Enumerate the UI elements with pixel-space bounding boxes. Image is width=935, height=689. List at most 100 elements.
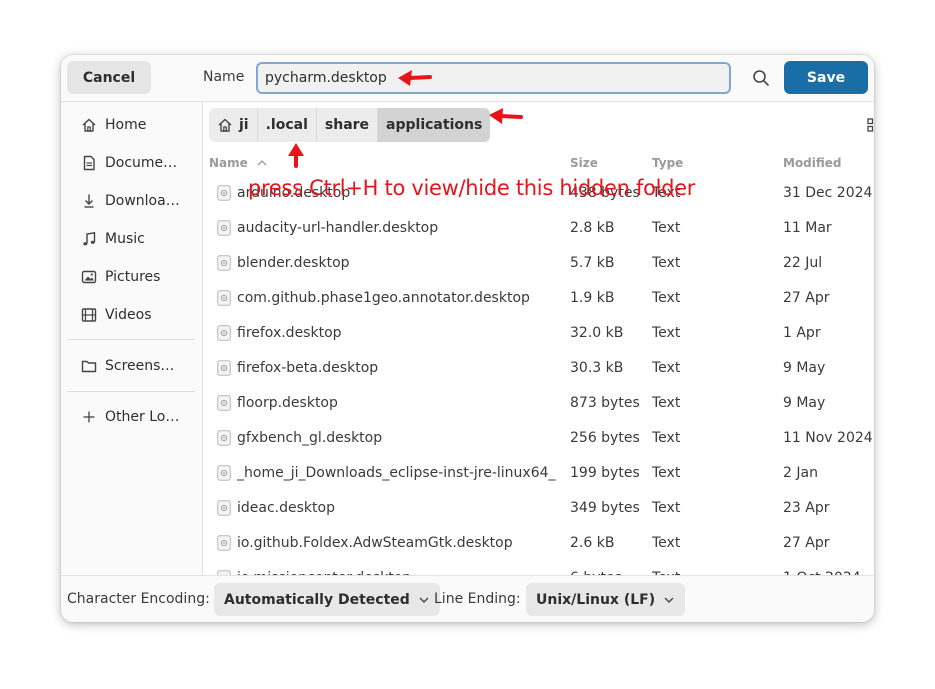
line-ending-value: Unix/Linux (LF) — [536, 591, 656, 608]
options-bar: Character Encoding: Automatically Detect… — [61, 575, 874, 622]
file-size: 1.9 kB — [570, 290, 615, 306]
sidebar-item-label: Home — [105, 117, 147, 133]
save-file-dialog: Cancel Name Save Home Docume… Downloa… — [61, 55, 874, 622]
file-row[interactable]: blender.desktop 5.7 kB Text 22 Jul — [203, 246, 874, 281]
file-type: Text — [652, 220, 681, 236]
header-bar: Cancel Name Save — [61, 55, 874, 101]
text-file-icon — [217, 325, 231, 341]
document-icon — [80, 154, 98, 172]
file-row[interactable]: io.missioncenter.desktop6 bytesText1 Oct… — [203, 561, 874, 576]
file-type: Text — [652, 535, 681, 551]
file-type: Text — [652, 290, 681, 306]
file-type: Text — [652, 360, 681, 376]
sidebar-item-pictures[interactable]: Pictures — [67, 260, 197, 294]
sidebar-item-other-locations[interactable]: Other Lo… — [67, 400, 197, 434]
video-icon — [80, 306, 98, 324]
file-row[interactable]: firefox.desktop 32.0 kB Text 1 Apr — [203, 316, 874, 351]
file-row[interactable]: audacity-url-handler.desktop 2.8 kB Text 11… — [203, 211, 874, 246]
download-icon — [80, 192, 98, 210]
sidebar-item-label: Music — [105, 231, 145, 247]
sidebar-item-home[interactable]: Home — [67, 108, 197, 142]
file-row[interactable]: com.github.phase1geo.annotator.desktop 1.… — [203, 281, 874, 316]
search-icon[interactable] — [751, 68, 771, 88]
file-type: Text — [652, 465, 681, 481]
annotation-hint-text: press Ctrl+H to view/hide this hidden fo… — [248, 176, 696, 200]
file-row[interactable]: io.github.Foldex.AdwSteamGtk.desktop 2.6 … — [203, 526, 874, 561]
file-size: 30.3 kB — [570, 360, 624, 376]
column-header-type[interactable]: Type — [652, 156, 683, 170]
file-name: firefox-beta.desktop — [237, 360, 379, 376]
sidebar-item-documents[interactable]: Docume… — [67, 146, 197, 180]
grid-view-toggle-icon[interactable] — [865, 116, 874, 134]
file-modified: 2 Jan — [783, 465, 818, 481]
file-size: 2.8 kB — [570, 220, 615, 236]
annotation-arrow-pathbar — [489, 108, 523, 124]
sidebar-item-videos[interactable]: Videos — [67, 298, 197, 332]
name-label: Name — [203, 69, 245, 85]
file-size: 32.0 kB — [570, 325, 624, 341]
file-name: com.github.phase1geo.annotator.desktop — [237, 290, 530, 306]
column-header-label: Name — [209, 156, 248, 170]
file-list: arduino.desktop 438 bytes Text 31 Dec 2024 a… — [203, 176, 874, 576]
file-size: 199 bytes — [570, 465, 640, 481]
file-name: ideac.desktop — [237, 500, 335, 516]
file-name: floorp.desktop — [237, 395, 338, 411]
sidebar-separator — [67, 339, 195, 340]
file-size: 5.7 kB — [570, 255, 615, 271]
cancel-button[interactable]: Cancel — [67, 61, 151, 94]
file-modified: 11 Nov 2024 — [783, 430, 873, 446]
file-name: firefox.desktop — [237, 325, 342, 341]
file-row[interactable]: gfxbench_gl.desktop 256 bytes Text 11 Nov 2… — [203, 421, 874, 456]
text-file-icon — [217, 500, 231, 516]
file-modified: 1 Apr — [783, 325, 821, 341]
plus-icon — [80, 408, 98, 426]
line-ending-dropdown[interactable]: Unix/Linux (LF) — [526, 583, 686, 616]
chevron-down-icon — [664, 597, 674, 603]
file-row[interactable]: ideac.desktop 349 bytes Text 23 Apr — [203, 491, 874, 526]
sidebar-item-label: Screens… — [105, 358, 175, 374]
text-file-icon — [217, 430, 231, 446]
column-header-modified[interactable]: Modified — [783, 156, 842, 170]
filename-input[interactable] — [256, 62, 731, 94]
folder-icon — [80, 357, 98, 375]
file-modified: 27 Apr — [783, 535, 830, 551]
text-file-icon — [217, 535, 231, 551]
file-modified: 23 Apr — [783, 500, 830, 516]
file-name: _home_ji_Downloads_eclipse-inst-jre-linu… — [237, 465, 556, 481]
file-name: io.github.Foldex.AdwSteamGtk.desktop — [237, 535, 513, 551]
sidebar-item-label: Pictures — [105, 269, 161, 285]
sidebar-item-label: Docume… — [105, 155, 178, 171]
file-size: 873 bytes — [570, 395, 640, 411]
sidebar-item-music[interactable]: Music — [67, 222, 197, 256]
places-sidebar: Home Docume… Downloa… Music Pictures Vid… — [61, 101, 202, 575]
sidebar-item-downloads[interactable]: Downloa… — [67, 184, 197, 218]
file-name: gfxbench_gl.desktop — [237, 430, 383, 446]
save-button[interactable]: Save — [784, 61, 868, 94]
file-size: 2.6 kB — [570, 535, 615, 551]
chevron-down-icon — [419, 597, 429, 603]
text-file-icon — [217, 220, 231, 236]
crumb-applications[interactable]: applications — [378, 108, 491, 142]
encoding-value: Automatically Detected — [224, 591, 410, 608]
crumb-home[interactable]: ji — [209, 108, 258, 142]
file-row[interactable]: _home_ji_Downloads_eclipse-inst-jre-linu… — [203, 456, 874, 491]
file-name: blender.desktop — [237, 255, 350, 271]
file-type: Text — [652, 255, 681, 271]
breadcrumb: ji .local share applications — [209, 108, 491, 142]
file-type: Text — [652, 395, 681, 411]
crumb-local[interactable]: .local — [258, 108, 317, 142]
file-row[interactable]: firefox-beta.desktop 30.3 kB Text 9 May — [203, 351, 874, 386]
home-icon — [80, 116, 98, 134]
pictures-icon — [80, 268, 98, 286]
encoding-dropdown[interactable]: Automatically Detected — [214, 583, 440, 616]
file-row[interactable]: floorp.desktop 873 bytes Text 9 May — [203, 386, 874, 421]
column-header-name[interactable]: Name — [209, 156, 268, 170]
file-type: Text — [652, 430, 681, 446]
sidebar-item-screenshots[interactable]: Screens… — [67, 349, 197, 383]
text-file-icon — [217, 185, 231, 201]
column-header-size[interactable]: Size — [570, 156, 598, 170]
file-name: audacity-url-handler.desktop — [237, 220, 439, 236]
crumb-share[interactable]: share — [317, 108, 379, 142]
sort-up-icon — [257, 160, 267, 166]
file-type: Text — [652, 500, 681, 516]
